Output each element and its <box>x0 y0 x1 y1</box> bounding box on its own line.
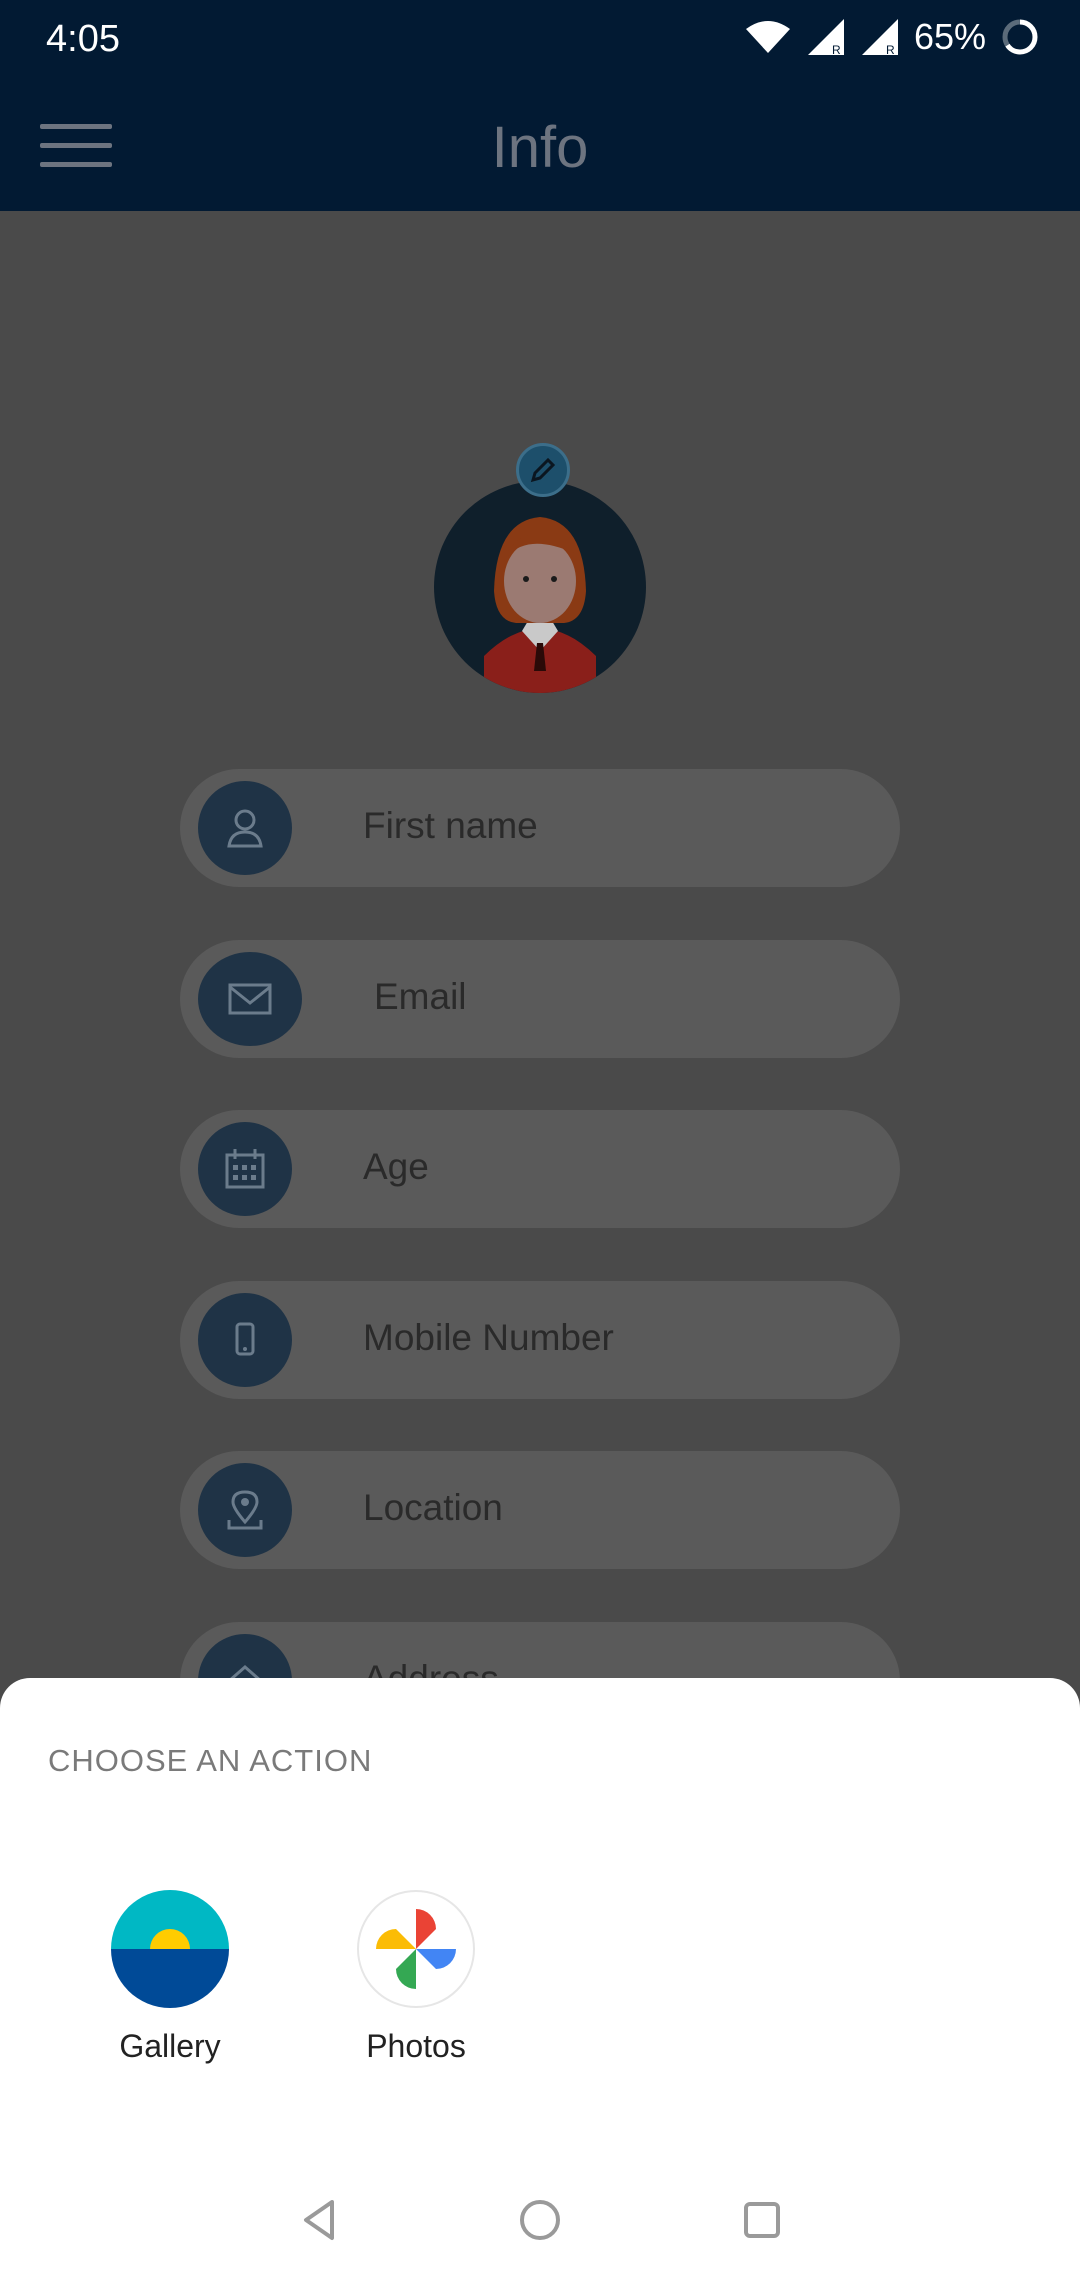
signal-roaming-icon: R <box>861 19 898 57</box>
pencil-icon <box>530 457 556 483</box>
avatar[interactable] <box>434 481 646 693</box>
photos-option[interactable]: Photos <box>316 1890 516 2065</box>
status-icons: R R 65% <box>744 16 1040 58</box>
mobile-number-placeholder: Mobile Number <box>363 1317 614 1358</box>
home-button[interactable] <box>508 2188 572 2252</box>
location-placeholder: Location <box>363 1487 503 1528</box>
home-circle-icon <box>520 2200 560 2240</box>
signal-roaming-icon: R <box>807 19 844 57</box>
avatar-illustration-icon <box>484 517 596 693</box>
first-name-placeholder: First name <box>363 805 538 846</box>
gallery-label: Gallery <box>119 2028 221 2064</box>
wifi-icon <box>745 21 790 53</box>
page-title: Info <box>491 115 589 180</box>
back-triangle-icon <box>304 2200 334 2240</box>
email-field[interactable]: Email <box>180 940 900 1058</box>
person-icon <box>198 781 292 875</box>
battery-percent: 65% <box>913 16 986 57</box>
gallery-icon <box>111 1890 229 2008</box>
photos-label: Photos <box>366 2028 466 2064</box>
location-pin-icon <box>198 1463 292 1557</box>
sheet-title: CHOOSE AN ACTION <box>48 1743 373 1778</box>
mail-icon <box>198 952 302 1046</box>
battery-ring-icon <box>1002 19 1038 55</box>
svg-text:R: R <box>886 43 895 57</box>
edit-avatar-button[interactable] <box>516 443 570 497</box>
recents-square-icon <box>744 2202 780 2238</box>
status-time: 4:05 <box>46 18 120 60</box>
google-photos-icon <box>357 1890 475 2008</box>
recents-button[interactable] <box>730 2188 794 2252</box>
age-field[interactable]: Age <box>180 1110 900 1228</box>
gallery-option[interactable]: Gallery <box>70 1890 270 2065</box>
system-nav-bar <box>0 2160 1080 2280</box>
location-field[interactable]: Location <box>180 1451 900 1569</box>
age-placeholder: Age <box>363 1146 429 1187</box>
app-bar: Info <box>0 80 1080 211</box>
phone-icon <box>198 1293 292 1387</box>
calendar-icon <box>198 1122 292 1216</box>
back-button[interactable] <box>288 2188 352 2252</box>
email-placeholder: Email <box>374 976 467 1017</box>
first-name-field[interactable]: First name <box>180 769 900 887</box>
mobile-number-field[interactable]: Mobile Number <box>180 1281 900 1399</box>
status-bar: 4:05 R R 65% <box>0 0 1080 80</box>
svg-text:R: R <box>832 43 841 57</box>
